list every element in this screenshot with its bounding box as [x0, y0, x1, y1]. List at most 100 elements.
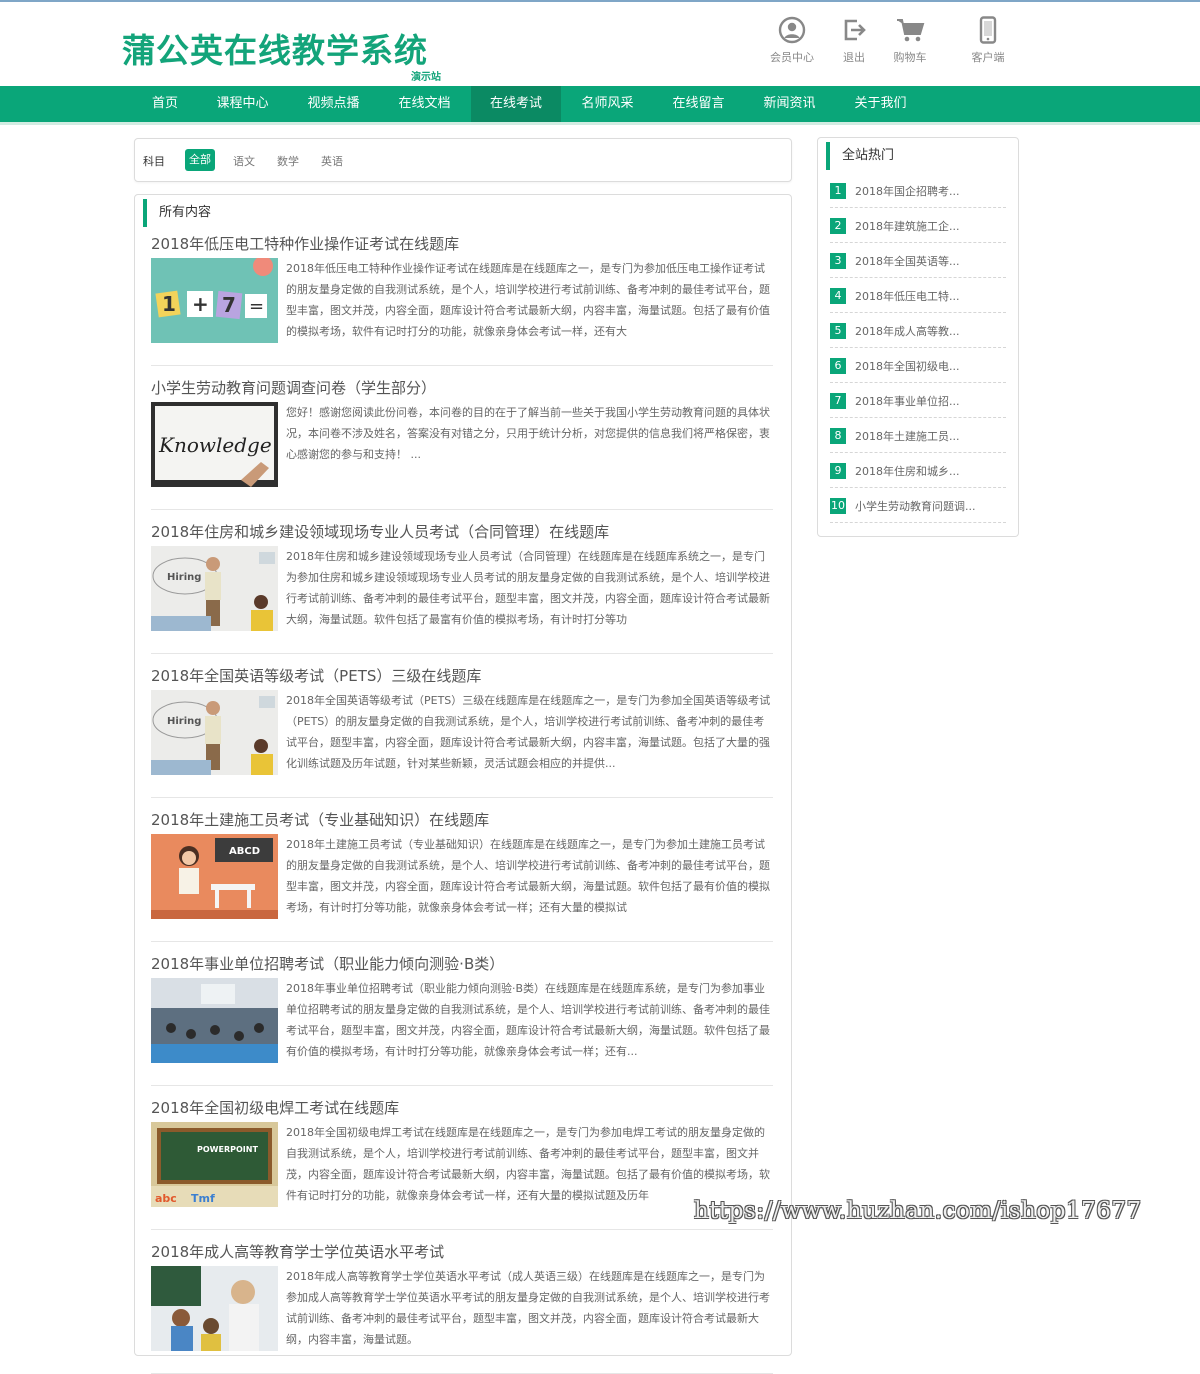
member-center-label: 会员中心 — [770, 51, 814, 64]
header-tools: 会员中心 退出 购物车 客户端 — [760, 16, 1030, 76]
nav-item-news[interactable]: 新闻资讯 — [752, 86, 827, 122]
article-item: 2018年住房和城乡建设领域现场专业人员考试（合同管理）在线题库 Hiring … — [151, 521, 773, 654]
mobile-icon — [979, 16, 997, 44]
subject-filter-label: 科目 — [143, 155, 165, 168]
article-thumbnail[interactable]: POWERPOINT abc Tmf — [151, 1122, 278, 1207]
article-thumbnail[interactable] — [151, 978, 278, 1063]
nav-item-teachers[interactable]: 名师风采 — [570, 86, 645, 122]
svg-text:ABCD: ABCD — [229, 846, 260, 857]
article-title[interactable]: 2018年全国初级电焊工考试在线题库 — [151, 1097, 399, 1118]
hiring-image: Hiring — [151, 690, 278, 775]
hot-list-item[interactable]: 3 2018年全国英语等... — [830, 243, 1006, 278]
article-description: 2018年土建施工员考试（专业基础知识）在线题库是在线题库之一，是专门为参加土建… — [286, 838, 770, 914]
site-header: 蒲公英在线教学系统 演示站 会员中心 退出 购物车 客户端 — [0, 2, 1200, 86]
article-item: 小学生劳动教育问题调查问卷（学生部分） Knowledge 您好！感谢您阅读此份… — [151, 377, 773, 510]
nav-item-documents[interactable]: 在线文档 — [387, 86, 462, 122]
article-description: 2018年低压电工特种作业操作证考试在线题库是在线题库之一，是专门为参加低压电工… — [286, 262, 770, 338]
article-title[interactable]: 小学生劳动教育问题调查问卷（学生部分） — [151, 377, 436, 398]
rank-badge: 9 — [830, 463, 846, 479]
hot-list-item[interactable]: 5 2018年成人高等教... — [830, 313, 1006, 348]
member-center-button[interactable]: 会员中心 — [760, 16, 824, 65]
students-image — [151, 1266, 278, 1351]
hot-list-sidebar: 全站热门 1 2018年国企招聘考... 2 2018年建筑施工企... 3 2018… — [817, 137, 1019, 537]
subject-filter-bar: 科目 全部 语文 数学 英语 — [134, 138, 792, 182]
rank-badge: 8 — [830, 428, 846, 444]
rank-badge: 2 — [830, 218, 846, 234]
article-item: 2018年土建施工员考试（专业基础知识）在线题库 ABCD 2018年土建施工员… — [151, 809, 773, 942]
article-thumbnail[interactable]: ABCD — [151, 834, 278, 919]
svg-text:7: 7 — [222, 293, 236, 317]
article-title[interactable]: 2018年全国英语等级考试（PETS）三级在线题库 — [151, 665, 481, 686]
hot-list-item[interactable]: 10 小学生劳动教育问题调... — [830, 488, 1006, 523]
article-description: 2018年事业单位招聘考试（职业能力倾向测验·B类）在线题库是在线题库系统，是专… — [286, 982, 770, 1058]
rank-badge: 1 — [830, 183, 846, 199]
filter-option-chinese[interactable]: 语文 — [233, 153, 255, 169]
content-list-panel: 所有内容 2018年低压电工特种作业操作证考试在线题库 1 + 7 = 2018… — [134, 194, 792, 1374]
nav-item-home[interactable]: 首页 — [137, 86, 193, 122]
article-item: 2018年事业单位招聘考试（职业能力倾向测验·B类） 2018年事业单位招聘考试… — [151, 953, 773, 1086]
nav-item-video[interactable]: 视频点播 — [296, 86, 371, 122]
article-title[interactable]: 2018年住房和城乡建设领域现场专业人员考试（合同管理）在线题库 — [151, 521, 609, 542]
nav-item-about[interactable]: 关于我们 — [843, 86, 918, 122]
hot-list-title: 全站热门 — [826, 142, 894, 170]
cart-button[interactable]: 购物车 — [878, 16, 942, 65]
article-title[interactable]: 2018年土建施工员考试（专业基础知识）在线题库 — [151, 809, 489, 830]
hot-item-link[interactable]: 2018年土建施工员... — [855, 428, 959, 444]
hot-item-link[interactable]: 2018年事业单位招... — [855, 393, 959, 409]
svg-text:abc: abc — [155, 1192, 177, 1205]
nav-item-courses[interactable]: 课程中心 — [205, 86, 280, 122]
article-thumbnail[interactable]: Knowledge — [151, 402, 278, 487]
mobile-client-button[interactable]: 客户端 — [956, 16, 1020, 65]
nav-item-messages[interactable]: 在线留言 — [661, 86, 736, 122]
user-icon — [778, 16, 806, 44]
mobile-client-label: 客户端 — [971, 51, 1005, 64]
hot-item-link[interactable]: 2018年国企招聘考... — [855, 183, 959, 199]
site-logo[interactable]: 蒲公英在线教学系统 — [122, 24, 428, 72]
main-nav: 首页 课程中心 视频点播 在线文档 在线考试 名师风采 在线留言 新闻资讯 关于… — [0, 86, 1200, 125]
filter-option-all[interactable]: 全部 — [185, 149, 215, 171]
article-thumbnail[interactable]: Hiring — [151, 690, 278, 775]
math-cards-image: 1 + 7 = — [151, 258, 278, 343]
article-thumbnail[interactable] — [151, 1266, 278, 1351]
logout-button[interactable]: 退出 — [822, 16, 886, 65]
hot-item-link[interactable]: 2018年低压电工特... — [855, 288, 959, 304]
hot-list-item[interactable]: 8 2018年土建施工员... — [830, 418, 1006, 453]
cart-icon — [897, 19, 925, 42]
hot-list-item[interactable]: 6 2018年全国初级电... — [830, 348, 1006, 383]
svg-text:Knowledge: Knowledge — [158, 433, 272, 457]
svg-text:Tmf: Tmf — [191, 1192, 215, 1205]
hot-list-item[interactable]: 4 2018年低压电工特... — [830, 278, 1006, 313]
article-title[interactable]: 2018年成人高等教育学士学位英语水平考试 — [151, 1241, 444, 1262]
filter-option-english[interactable]: 英语 — [321, 153, 343, 169]
site-logo-subtitle: 演示站 — [411, 72, 441, 83]
classroom-image — [151, 978, 278, 1063]
cart-label: 购物车 — [893, 51, 927, 64]
article-title[interactable]: 2018年事业单位招聘考试（职业能力倾向测验·B类） — [151, 953, 504, 974]
article-thumbnail[interactable]: Hiring — [151, 546, 278, 631]
hot-list-item[interactable]: 7 2018年事业单位招... — [830, 383, 1006, 418]
article-item: 2018年全国初级电焊工考试在线题库 POWERPOINT abc Tmf 20… — [151, 1097, 773, 1230]
nav-item-online-exam[interactable]: 在线考试 — [471, 86, 561, 122]
hot-item-link[interactable]: 2018年住房和城乡... — [855, 463, 959, 479]
article-description: 2018年全国初级电焊工考试在线题库是在线题库之一，是专门为参加电焊工考试的朋友… — [286, 1126, 770, 1202]
hiring-image: Hiring — [151, 546, 278, 631]
article-thumbnail[interactable]: 1 + 7 = — [151, 258, 278, 343]
article-title[interactable]: 2018年低压电工特种作业操作证考试在线题库 — [151, 233, 459, 254]
filter-option-math[interactable]: 数学 — [277, 153, 299, 169]
teacher-abcd-image: ABCD — [151, 834, 278, 919]
hot-item-link[interactable]: 2018年建筑施工企... — [855, 218, 959, 234]
svg-text:=: = — [249, 296, 264, 317]
knowledge-image: Knowledge — [151, 402, 278, 487]
svg-text:1: 1 — [162, 292, 176, 316]
hot-list-item[interactable]: 9 2018年住房和城乡... — [830, 453, 1006, 488]
hot-list-item[interactable]: 2 2018年建筑施工企... — [830, 208, 1006, 243]
hot-item-link[interactable]: 2018年全国英语等... — [855, 253, 959, 269]
svg-text:POWERPOINT: POWERPOINT — [197, 1145, 258, 1154]
hot-item-link[interactable]: 2018年全国初级电... — [855, 358, 959, 374]
svg-text:+: + — [192, 292, 209, 316]
rank-badge: 4 — [830, 288, 846, 304]
hot-item-link[interactable]: 2018年成人高等教... — [855, 323, 959, 339]
hot-item-link[interactable]: 小学生劳动教育问题调... — [855, 498, 976, 514]
article-description: 2018年住房和城乡建设领域现场专业人员考试（合同管理）在线题库是在线题库系统之… — [286, 550, 770, 626]
hot-list-item[interactable]: 1 2018年国企招聘考... — [830, 173, 1006, 208]
